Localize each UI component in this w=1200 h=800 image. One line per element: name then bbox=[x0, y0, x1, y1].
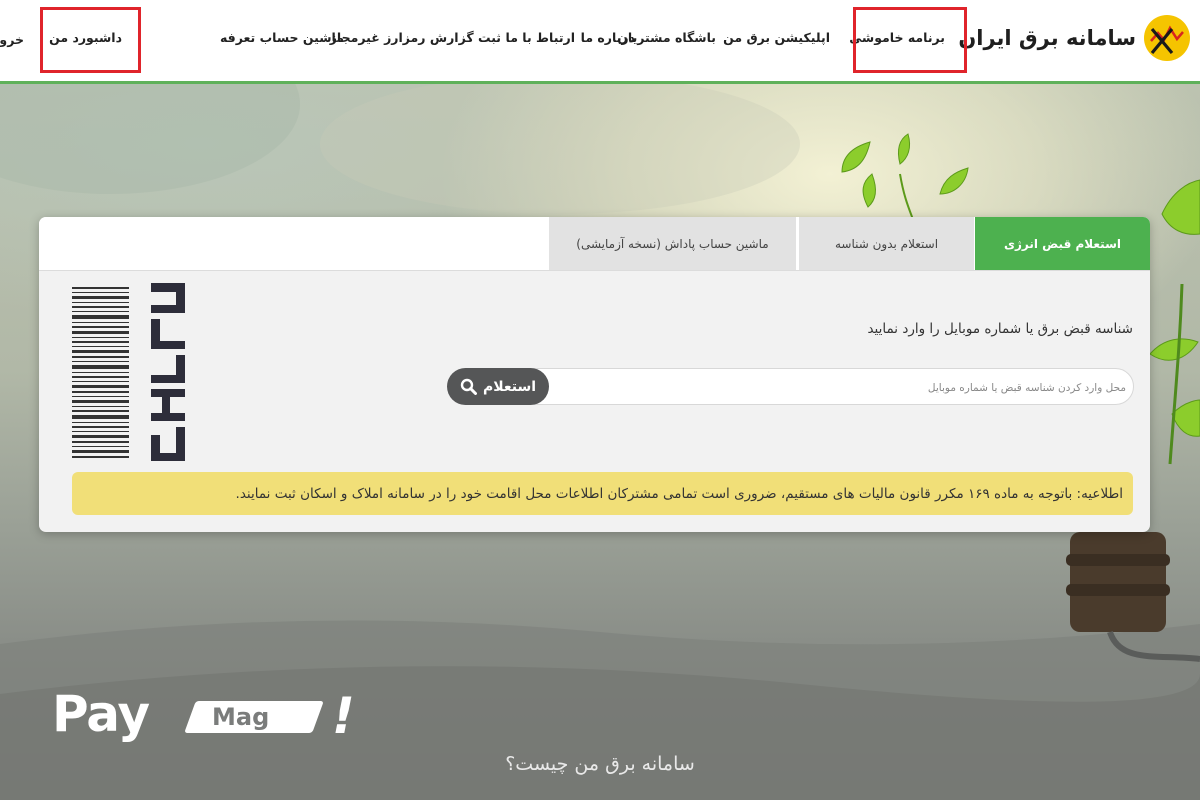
tax-notice-text: اطلاعیه: باتوجه به ماده ۱۶۹ مکرر قانون م… bbox=[235, 485, 1123, 502]
highlight-box-blackout bbox=[853, 7, 967, 73]
search-box: استعلام bbox=[447, 368, 1134, 406]
top-navbar: سامانه برق ایران برنامه خاموشی اپلیکیشن … bbox=[0, 0, 1200, 84]
brand-logo-icon[interactable] bbox=[1142, 13, 1192, 63]
tab-reward-calculator[interactable]: ماشین حساب پاداش (نسخه آزمایشی) bbox=[547, 217, 796, 270]
inquiry-prompt: شناسه قبض برق یا شماره موبایل را وارد نم… bbox=[867, 321, 1133, 337]
tab-energy-bill-inquiry[interactable]: استعلام قبض انرژی bbox=[975, 217, 1150, 270]
nav-logout[interactable]: خروج bbox=[0, 32, 24, 47]
bill-logo-icon bbox=[151, 283, 185, 461]
inquiry-button[interactable]: استعلام bbox=[447, 368, 549, 405]
tabs-bar: استعلام قبض انرژی استعلام بدون شناسه ماش… bbox=[39, 217, 1150, 271]
paymag-exclamation: ! bbox=[332, 687, 355, 745]
paymag-watermark: Pay Mag ! bbox=[52, 685, 355, 749]
inquiry-button-label: استعلام bbox=[482, 378, 537, 395]
barcode-icon bbox=[72, 287, 129, 458]
nav-report-illegal-crypto[interactable]: ثبت گزارش رمزارز غیرمجاز bbox=[330, 30, 501, 45]
nav-contact-us[interactable]: ارتباط با ما bbox=[506, 30, 575, 45]
bill-inquiry-card: استعلام قبض انرژی استعلام بدون شناسه ماش… bbox=[39, 217, 1150, 532]
highlight-box-dashboard bbox=[40, 7, 141, 73]
paymag-pay-text: Pay bbox=[52, 685, 150, 743]
nav-about-us[interactable]: درباره ما bbox=[581, 30, 635, 45]
section-title: سامانه برق من چیست؟ bbox=[505, 753, 695, 775]
search-icon bbox=[460, 378, 477, 395]
brand-name[interactable]: سامانه برق ایران bbox=[958, 26, 1136, 50]
nav-tariff-calculator[interactable]: ماشین حساب تعرفه bbox=[220, 30, 344, 45]
bill-id-input[interactable] bbox=[549, 369, 1128, 406]
tab-inquiry-without-id[interactable]: استعلام بدون شناسه bbox=[797, 217, 974, 270]
tax-notice-banner: اطلاعیه: باتوجه به ماده ۱۶۹ مکرر قانون م… bbox=[72, 472, 1133, 515]
paymag-mag-text: Mag bbox=[212, 703, 270, 731]
nav-my-electricity-app[interactable]: اپلیکیشن برق من bbox=[723, 30, 830, 45]
